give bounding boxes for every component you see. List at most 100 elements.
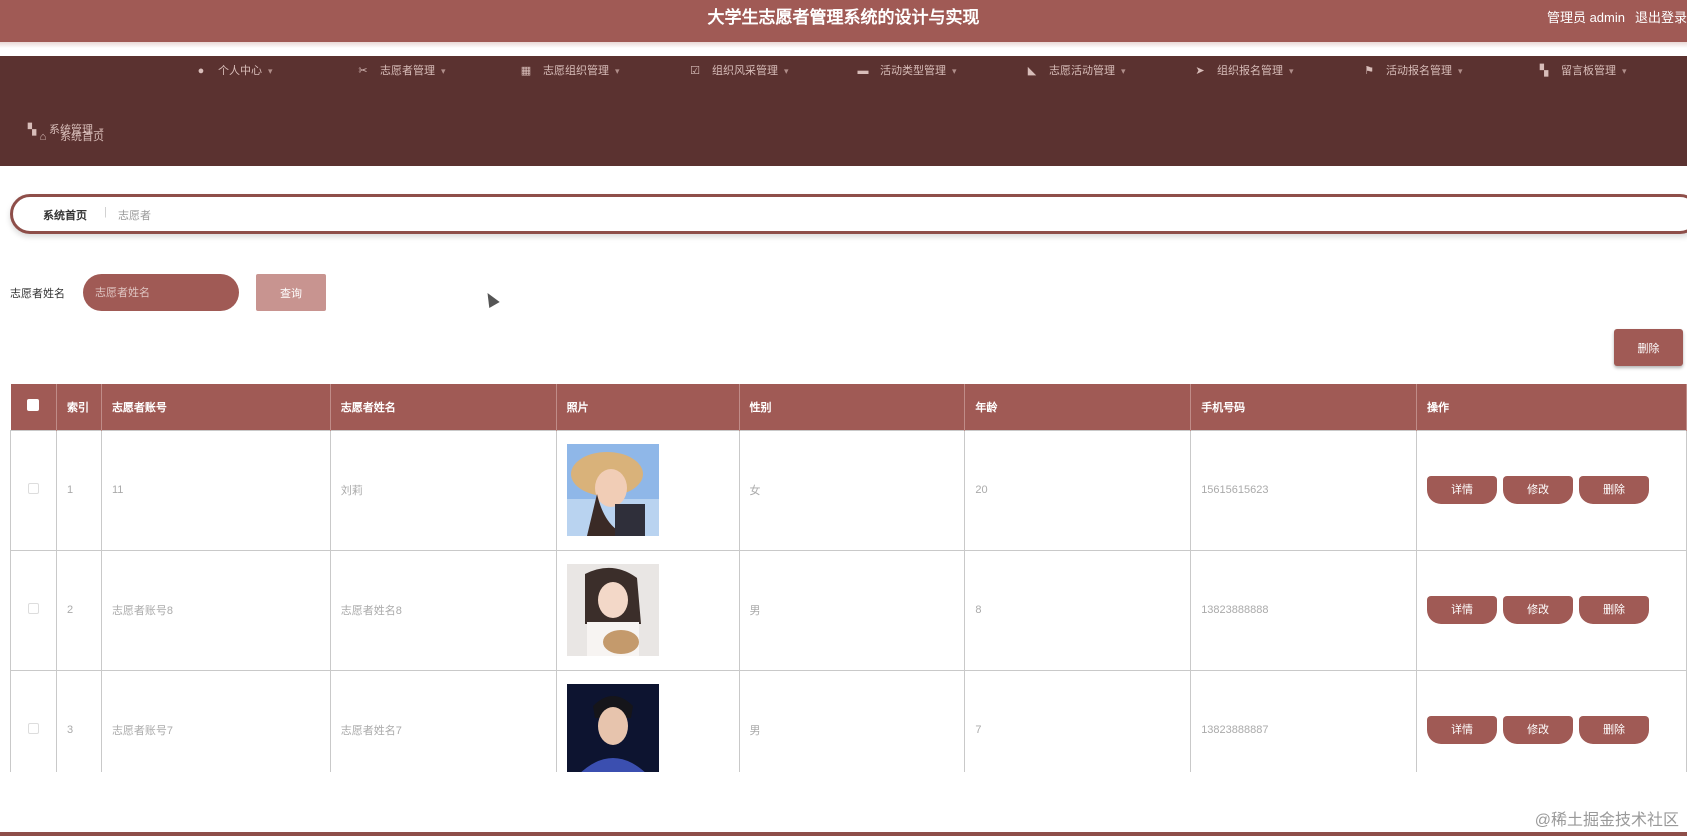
chevron-down-icon: ▾ <box>1121 66 1126 76</box>
nav-item-label: 留言板管理 <box>1561 65 1616 77</box>
nav-item-activity-signup[interactable]: ⚑ 活动报名管理 ▾ <box>1362 56 1463 86</box>
bottom-divider <box>0 832 1687 836</box>
nav-item-activity-type[interactable]: ▬ 活动类型管理 ▾ <box>856 56 957 86</box>
nav-item-org-signup[interactable]: ➤ 组织报名管理 ▾ <box>1193 56 1293 86</box>
app-title: 大学生志愿者管理系统的设计与实现 <box>707 8 980 27</box>
query-button[interactable]: 查询 <box>256 274 326 311</box>
edit-button[interactable]: 修改 <box>1503 476 1574 504</box>
scissors-icon: ✂ <box>358 65 368 77</box>
column-header: 志愿者姓名 <box>330 384 557 430</box>
row-select-cell[interactable] <box>10 429 57 551</box>
column-header: 操作 <box>1416 384 1687 430</box>
cell-photo <box>555 549 740 671</box>
volunteer-photo[interactable] <box>566 444 659 536</box>
column-header: 性别 <box>739 384 966 430</box>
watermark: @稀土掘金技术社区 <box>1534 812 1679 829</box>
nav-item-label: 志愿活动管理 <box>1049 65 1115 77</box>
logout-link[interactable]: 退出登录 <box>1635 10 1687 25</box>
cell-index: 2 <box>55 549 102 671</box>
cell-gender: 女 <box>738 429 966 551</box>
mouse-cursor-icon <box>482 289 500 309</box>
table-header-row: 索引 志愿者账号 志愿者姓名 照片 性别 年龄 手机号码 操作 <box>10 384 1687 430</box>
cell-name: 志愿者姓名8 <box>329 549 557 671</box>
nav-item-organization[interactable]: ▦ 志愿组织管理 ▾ <box>519 56 620 86</box>
chevron-down-icon: ▾ <box>99 125 104 135</box>
nav-item-org-style[interactable]: ☑ 组织风采管理 ▾ <box>688 56 789 86</box>
cell-account: 11 <box>100 429 331 551</box>
chevron-down-icon: ▾ <box>1458 66 1463 76</box>
user-area: 管理员 admin 退出登录 <box>1547 0 1687 36</box>
column-header: 照片 <box>556 384 740 430</box>
top-header: 大学生志愿者管理系统的设计与实现 管理员 admin 退出登录 <box>0 0 1687 42</box>
user-icon: ● <box>197 65 205 77</box>
checkbox-icon: ☑ <box>690 65 700 77</box>
column-header: 志愿者账号 <box>101 384 331 430</box>
search-label: 志愿者姓名 <box>10 288 65 300</box>
chevron-down-icon: ▾ <box>952 66 957 76</box>
nav-item-label: 个人中心 <box>218 65 262 77</box>
message-icon: ▬ <box>857 65 869 77</box>
nav-item-message-board[interactable]: ▚ 留言板管理 ▾ <box>1537 56 1627 86</box>
row-checkbox[interactable] <box>27 483 39 494</box>
cell-age: 20 <box>964 429 1192 551</box>
chevron-down-icon: ▾ <box>441 66 446 76</box>
nav-item-label: 志愿者管理 <box>380 65 435 77</box>
chevron-down-icon: ▾ <box>1622 66 1627 76</box>
delete-button[interactable]: 删除 <box>1579 476 1650 504</box>
send-icon: ➤ <box>1195 65 1205 77</box>
nav-item-label: 组织报名管理 <box>1217 65 1283 77</box>
column-header: 年龄 <box>964 384 1192 430</box>
breadcrumb-separator: | <box>104 206 107 218</box>
volunteer-photo[interactable] <box>566 684 659 776</box>
breadcrumb-home[interactable]: 系统首页 <box>43 207 87 223</box>
cell-actions: 详情 修改 删除 <box>1416 429 1687 551</box>
nav-item-label: 活动报名管理 <box>1386 65 1452 77</box>
header-shadow <box>0 42 1687 48</box>
grid-icon: ▚ <box>27 124 37 136</box>
chevron-down-icon: ▾ <box>784 66 789 76</box>
grid-icon: ▚ <box>1539 65 1549 77</box>
batch-delete-button[interactable]: 删除 <box>1614 329 1683 366</box>
breadcrumb: 系统首页 | 志愿者 <box>10 194 1687 234</box>
edit-button[interactable]: 修改 <box>1503 596 1574 624</box>
delete-button[interactable]: 删除 <box>1579 596 1650 624</box>
volunteer-table: 索引 志愿者账号 志愿者姓名 照片 性别 年龄 手机号码 操作 1 11 刘莉 <box>10 384 1687 791</box>
detail-button[interactable]: 详情 <box>1427 596 1498 624</box>
flag-icon: ⚑ <box>1364 65 1374 77</box>
nav-item-system[interactable]: ▚ 系统管理 ▾ <box>25 115 104 145</box>
detail-button[interactable]: 详情 <box>1427 476 1498 504</box>
row-checkbox[interactable] <box>27 603 39 614</box>
table-row: 1 11 刘莉 女 20 15615615623 详情 修改 删除 <box>10 429 1687 551</box>
cell-name: 刘莉 <box>329 429 557 551</box>
detail-button[interactable]: 详情 <box>1427 716 1498 744</box>
cell-photo <box>555 429 740 551</box>
select-all-checkbox[interactable] <box>27 399 40 412</box>
cell-phone: 13823888888 <box>1190 549 1418 671</box>
column-header: 手机号码 <box>1190 384 1418 430</box>
breadcrumb-current: 志愿者 <box>118 210 151 222</box>
cell-age: 8 <box>964 549 1192 671</box>
delete-button[interactable]: 删除 <box>1579 716 1650 744</box>
nav-item-personal-center[interactable]: ● 个人中心 ▾ <box>194 56 273 86</box>
nav-item-volunteer[interactable]: ✂ 志愿者管理 ▾ <box>356 56 446 86</box>
table-row: 2 志愿者账号8 志愿者姓名8 男 8 13823888888 详情 修改 删除 <box>10 549 1687 671</box>
thumbs-up-icon: ◣ <box>1027 65 1037 77</box>
cell-index: 1 <box>55 429 102 551</box>
nav-item-activity[interactable]: ◣ 志愿活动管理 ▾ <box>1025 56 1126 86</box>
volunteer-photo[interactable] <box>566 564 659 656</box>
select-all-cell[interactable] <box>10 384 57 430</box>
edit-button[interactable]: 修改 <box>1503 716 1574 744</box>
page-footer-area <box>0 772 1687 836</box>
search-input[interactable] <box>83 274 239 311</box>
row-select-cell[interactable] <box>10 549 57 671</box>
nav-item-label: 系统管理 <box>49 124 93 136</box>
user-label: 管理员 admin <box>1546 10 1625 25</box>
cell-gender: 男 <box>738 549 966 671</box>
nav-item-label: 活动类型管理 <box>880 65 946 77</box>
row-checkbox[interactable] <box>27 723 39 734</box>
chevron-down-icon: ▾ <box>268 66 273 76</box>
main-nav: ⌂ 系统首页 ● 个人中心 ▾ ✂ 志愿者管理 ▾ ▦ 志愿组织管理 ▾ ☑ 组织风采管理 ▾ ▬… <box>0 56 1687 166</box>
nav-item-label: 组织风采管理 <box>712 65 778 77</box>
cell-phone: 15615615623 <box>1190 429 1418 551</box>
chevron-down-icon: ▾ <box>615 66 620 76</box>
